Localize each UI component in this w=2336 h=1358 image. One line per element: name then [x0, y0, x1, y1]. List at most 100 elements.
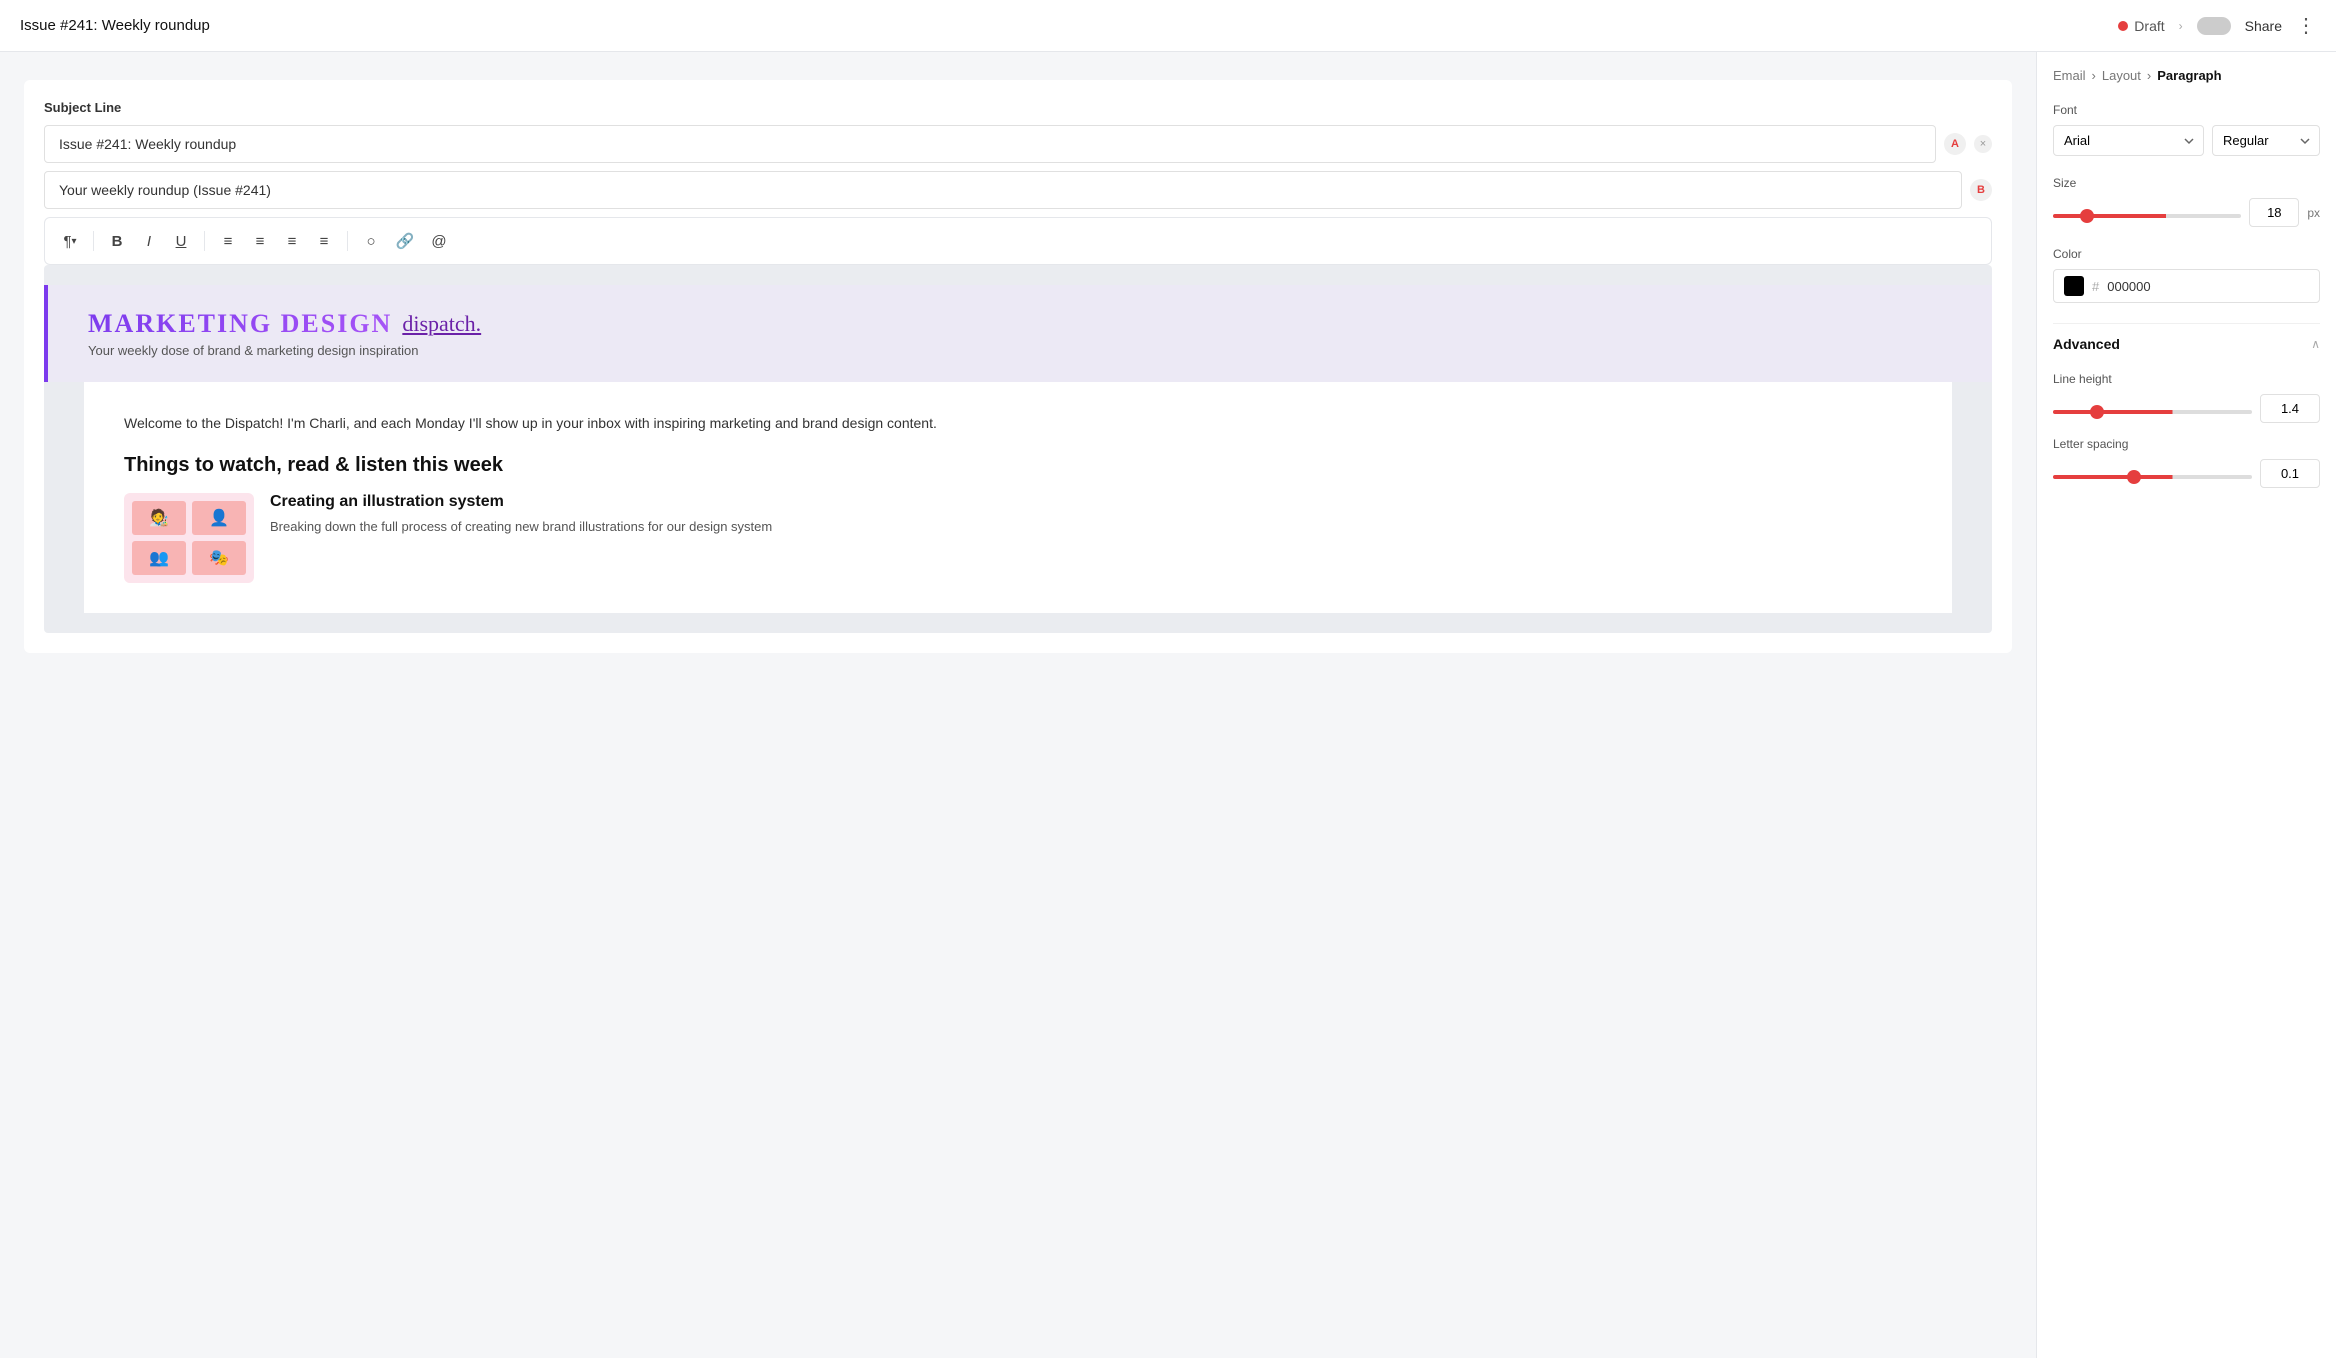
- draft-dot: [2118, 21, 2128, 31]
- color-label: Color: [2053, 247, 2320, 261]
- share-button[interactable]: Share: [2245, 18, 2282, 34]
- toolbar-separator-3: [347, 231, 348, 251]
- size-label: Size: [2053, 176, 2320, 190]
- align-left-button[interactable]: ≡: [213, 226, 243, 256]
- b-badge: B: [1970, 179, 1992, 201]
- email-canvas: MARKETING DESIGN dispatch. Your weekly d…: [44, 265, 1992, 633]
- line-height-section: Line height: [2053, 372, 2320, 423]
- a-badge: A: [1944, 133, 1966, 155]
- letter-spacing-input[interactable]: [2260, 459, 2320, 488]
- panel-breadcrumb: Email › Layout › Paragraph: [2053, 68, 2320, 83]
- text-style-group: B I U: [102, 226, 196, 256]
- email-header: MARKETING DESIGN dispatch. Your weekly d…: [44, 285, 1992, 382]
- editor-toolbar: ¶ ▾ B I U ≡ ≡ ≡ ≡ ○ 🔗 @: [44, 217, 1992, 265]
- brand-title-row: MARKETING DESIGN dispatch.: [88, 309, 481, 339]
- font-label: Font: [2053, 103, 2320, 117]
- format-group: ¶ ▾: [55, 226, 85, 256]
- a-close-icon[interactable]: ×: [1974, 135, 1992, 153]
- email-intro: Welcome to the Dispatch! I'm Charli, and…: [124, 412, 1912, 434]
- align-right-button[interactable]: ≡: [277, 226, 307, 256]
- topbar-actions: Draft › Share ⋮: [2118, 13, 2316, 38]
- advanced-title: Advanced: [2053, 336, 2120, 352]
- draft-label: Draft: [2134, 18, 2164, 34]
- letter-spacing-label: Letter spacing: [2053, 437, 2320, 451]
- subject-a-row: A ×: [44, 125, 1992, 163]
- page-title: Issue #241: Weekly roundup: [20, 17, 210, 34]
- illus-cell-3: 👥: [132, 541, 186, 575]
- px-label: px: [2307, 206, 2320, 220]
- color-section: Color #: [2053, 247, 2320, 303]
- subject-b-row: B: [44, 171, 1992, 209]
- underline-button[interactable]: U: [166, 226, 196, 256]
- align-justify-button[interactable]: ≡: [309, 226, 339, 256]
- toolbar-separator-2: [204, 231, 205, 251]
- advanced-body: Line height Letter spacing: [2053, 364, 2320, 488]
- color-hash: #: [2092, 279, 2099, 294]
- subject-a-input[interactable]: [44, 125, 1936, 163]
- size-slider[interactable]: [2053, 214, 2241, 218]
- main-layout: Subject Line A × B ¶ ▾ B I: [0, 52, 2336, 1358]
- brand-script: dispatch.: [402, 311, 481, 337]
- font-style-select[interactable]: Regular Bold Italic: [2212, 125, 2320, 156]
- letter-spacing-slider[interactable]: [2053, 475, 2252, 479]
- illus-cell-4: 🎭: [192, 541, 246, 575]
- letter-spacing-slider-container: [2053, 466, 2252, 482]
- line-height-label: Line height: [2053, 372, 2320, 386]
- topbar: Issue #241: Weekly roundup Draft › Share…: [0, 0, 2336, 52]
- size-input[interactable]: [2249, 198, 2299, 227]
- content-card: 🧑‍🎨 👤 👥 🎭 Creating an illustration syste…: [124, 493, 1912, 583]
- italic-button[interactable]: I: [134, 226, 164, 256]
- breadcrumb-paragraph: Paragraph: [2157, 68, 2221, 83]
- breadcrumb-sep-1: ›: [2092, 68, 2096, 83]
- line-height-input[interactable]: [2260, 394, 2320, 423]
- letter-spacing-section: Letter spacing: [2053, 437, 2320, 488]
- card-title: Creating an illustration system: [270, 493, 772, 511]
- advanced-header[interactable]: Advanced ∧: [2053, 323, 2320, 364]
- font-family-select[interactable]: Arial Georgia Helvetica: [2053, 125, 2204, 156]
- right-panel: Email › Layout › Paragraph Font Arial Ge…: [2036, 52, 2336, 1358]
- illus-cell-1: 🧑‍🎨: [132, 501, 186, 535]
- card-desc: Breaking down the full process of creati…: [270, 517, 772, 537]
- align-center-button[interactable]: ≡: [245, 226, 275, 256]
- card-image: 🧑‍🎨 👤 👥 🎭: [124, 493, 254, 583]
- line-height-slider-container: [2053, 401, 2252, 417]
- breadcrumb-email[interactable]: Email: [2053, 68, 2086, 83]
- chevron-right-icon: ›: [2179, 19, 2183, 33]
- link-button[interactable]: 🔗: [390, 226, 420, 256]
- color-swatch[interactable]: [2064, 276, 2084, 296]
- size-section: Size px: [2053, 176, 2320, 227]
- advanced-section: Advanced ∧ Line height Letter spac: [2053, 323, 2320, 488]
- letter-spacing-row: [2053, 459, 2320, 488]
- line-height-row: [2053, 394, 2320, 423]
- breadcrumb-sep-2: ›: [2147, 68, 2151, 83]
- toggle-switch[interactable]: [2197, 17, 2231, 35]
- email-body: Welcome to the Dispatch! I'm Charli, and…: [84, 382, 1952, 613]
- subject-b-input[interactable]: [44, 171, 1962, 209]
- bold-button[interactable]: B: [102, 226, 132, 256]
- chevron-up-icon: ∧: [2311, 337, 2320, 351]
- color-row[interactable]: #: [2053, 269, 2320, 303]
- circle-button[interactable]: ○: [356, 226, 386, 256]
- breadcrumb-layout[interactable]: Layout: [2102, 68, 2141, 83]
- illus-cell-2: 👤: [192, 501, 246, 535]
- align-group: ≡ ≡ ≡ ≡: [213, 226, 339, 256]
- size-slider-container: [2053, 205, 2241, 221]
- toolbar-separator-1: [93, 231, 94, 251]
- draft-indicator: Draft: [2118, 18, 2164, 34]
- card-text: Creating an illustration system Breaking…: [270, 493, 772, 537]
- email-tagline: Your weekly dose of brand & marketing de…: [88, 343, 481, 358]
- illustration-grid: 🧑‍🎨 👤 👥 🎭: [124, 493, 254, 583]
- color-hex-input[interactable]: [2107, 279, 2309, 294]
- brand-name: MARKETING DESIGN: [88, 309, 392, 339]
- font-section: Font Arial Georgia Helvetica Regular Bol…: [2053, 103, 2320, 156]
- paragraph-button[interactable]: ¶ ▾: [55, 226, 85, 256]
- email-brand: MARKETING DESIGN dispatch. Your weekly d…: [88, 309, 481, 358]
- mention-button[interactable]: @: [424, 226, 454, 256]
- more-button[interactable]: ⋮: [2296, 13, 2316, 38]
- size-row: px: [2053, 198, 2320, 227]
- line-height-slider[interactable]: [2053, 410, 2252, 414]
- email-section-title: Things to watch, read & listen this week: [124, 454, 1912, 477]
- subject-section: Subject Line A × B ¶ ▾ B I: [24, 80, 2012, 653]
- editor-area: Subject Line A × B ¶ ▾ B I: [0, 52, 2036, 1358]
- font-row: Arial Georgia Helvetica Regular Bold Ita…: [2053, 125, 2320, 156]
